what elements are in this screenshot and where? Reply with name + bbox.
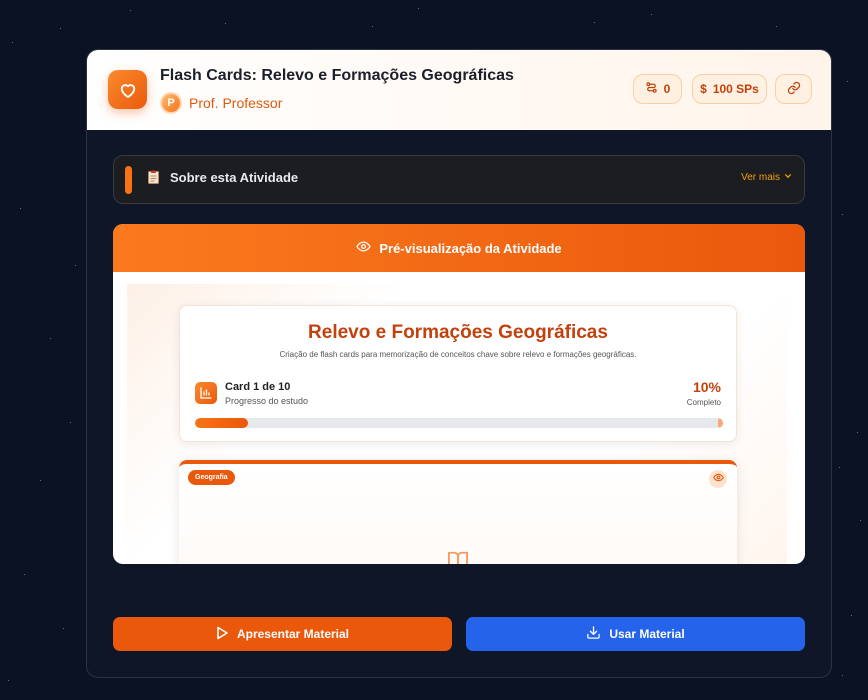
remix-button[interactable]: 0 xyxy=(633,74,682,104)
dollar-icon: $ xyxy=(700,82,707,96)
avatar: P xyxy=(160,92,182,114)
preview-header: Pré-visualização da Atividade xyxy=(113,224,805,272)
accent-bar xyxy=(125,166,132,194)
progress-fill xyxy=(195,418,248,428)
remix-count: 0 xyxy=(663,82,671,96)
bar-chart-icon xyxy=(195,382,217,404)
subject-tag: Geografia xyxy=(188,470,235,485)
present-label: Apresentar Material xyxy=(236,627,350,641)
present-material-button[interactable]: Apresentar Material xyxy=(113,617,452,651)
eye-icon xyxy=(356,239,372,257)
use-label: Usar Material xyxy=(609,627,685,641)
flashcards-title: Relevo e Formações Geográficas xyxy=(308,322,608,343)
play-icon xyxy=(216,626,229,643)
flashcards-description: Criação de flash cards para memorização … xyxy=(279,350,637,359)
chevron-down-icon xyxy=(784,172,792,183)
activity-modal: Flash Cards: Relevo e Formações Geográfi… xyxy=(86,49,832,678)
flashcard[interactable]: Geografia xyxy=(179,460,737,564)
activity-title: Flash Cards: Relevo e Formações Geográfi… xyxy=(160,67,514,84)
book-icon xyxy=(447,550,469,564)
remix-icon xyxy=(645,81,658,97)
link-icon xyxy=(787,81,801,98)
progress-percent: 10% xyxy=(692,379,721,395)
progress-end-marker xyxy=(718,418,723,428)
preview-header-label: Pré-visualização da Atividade xyxy=(379,240,562,256)
reveal-button[interactable] xyxy=(709,470,727,488)
see-more-toggle[interactable]: Ver mais xyxy=(741,172,792,183)
see-more-label: Ver mais xyxy=(741,172,780,183)
activity-preview: Pré-visualização da Atividade Relevo e F… xyxy=(113,224,805,564)
about-activity-section[interactable]: Sobre esta Atividade Ver mais xyxy=(113,155,805,204)
heart-icon xyxy=(108,70,147,109)
use-material-button[interactable]: Usar Material xyxy=(466,617,805,651)
clipboard-icon xyxy=(147,170,160,187)
progress-caption: Progresso do estudo xyxy=(225,396,309,406)
download-icon xyxy=(586,625,601,643)
card-counter: Card 1 de 10 xyxy=(225,381,291,393)
progress-complete-label: Completo xyxy=(686,398,721,407)
author-info[interactable]: P Prof. Professor xyxy=(160,92,282,114)
share-link-button[interactable] xyxy=(775,74,812,104)
about-label: Sobre esta Atividade xyxy=(170,170,299,185)
price-label: 100 SPs xyxy=(712,82,759,96)
progress-bar xyxy=(195,418,723,428)
preview-content: Relevo e Formações Geográficas Criação d… xyxy=(127,284,787,564)
study-progress-card: Relevo e Formações Geográficas Criação d… xyxy=(179,305,737,442)
modal-header: Flash Cards: Relevo e Formações Geográfi… xyxy=(87,50,831,130)
author-name: Prof. Professor xyxy=(189,95,283,111)
price-badge[interactable]: $ 100 SPs xyxy=(692,74,767,104)
eye-icon xyxy=(712,470,724,488)
